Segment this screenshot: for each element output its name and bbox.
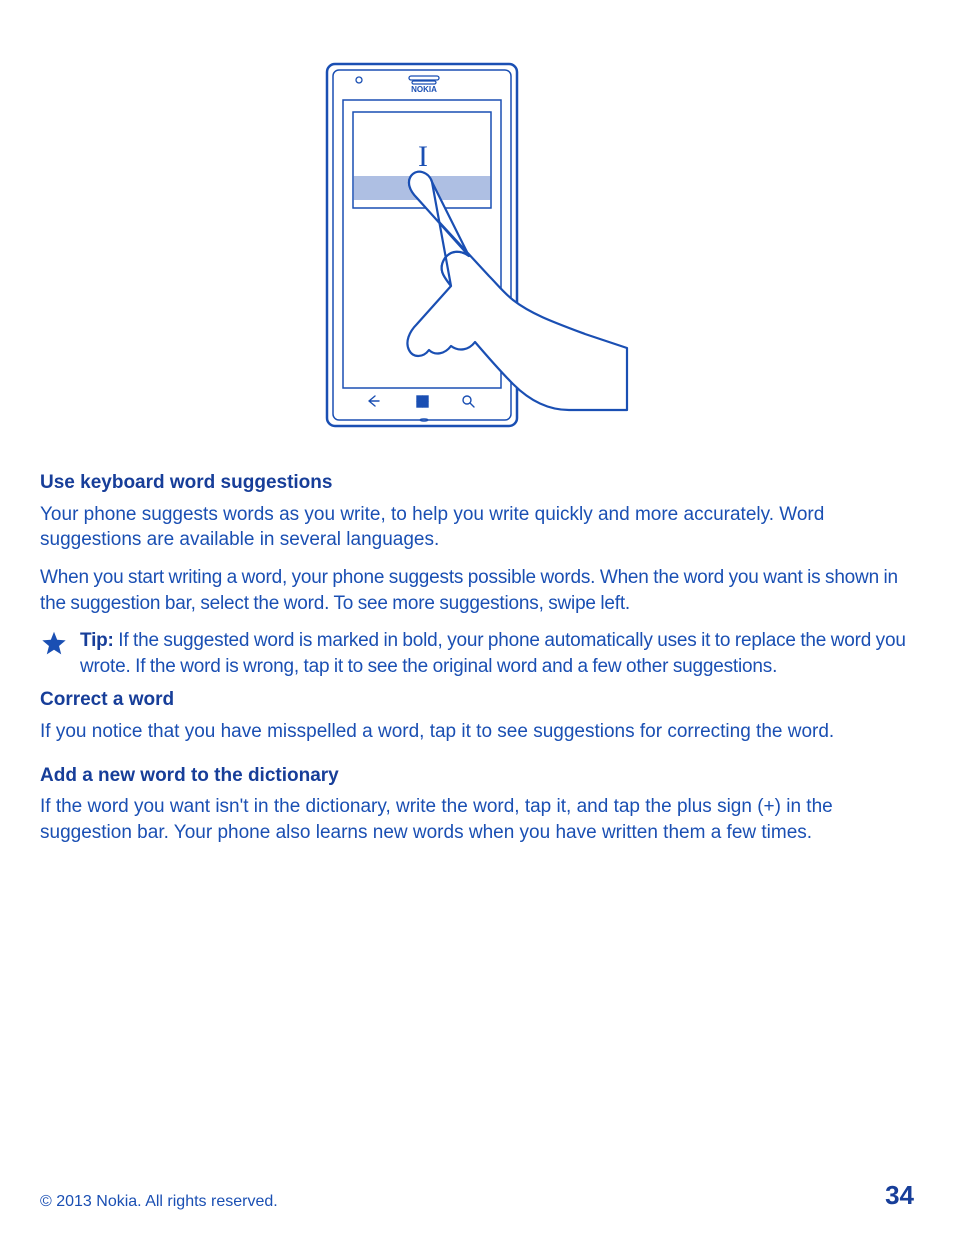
tip-text: Tip: If the suggested word is marked in …: [80, 628, 914, 679]
page-footer: © 2013 Nokia. All rights reserved. 34: [40, 1178, 914, 1213]
tip-label: Tip:: [80, 630, 114, 651]
heading-use-keyboard: Use keyboard word suggestions: [40, 470, 914, 496]
copyright-text: © 2013 Nokia. All rights reserved.: [40, 1191, 278, 1213]
tip-body: If the suggested word is marked in bold,…: [80, 630, 906, 677]
star-icon: [40, 630, 68, 666]
para-correct: If you notice that you have misspelled a…: [40, 719, 914, 745]
para-add-word: If the word you want isn't in the dictio…: [40, 794, 914, 845]
phone-illustration: NOKIA I: [40, 60, 914, 430]
tip-block: Tip: If the suggested word is marked in …: [40, 628, 914, 679]
typed-char: I: [418, 140, 428, 173]
para-swipe: When you start writing a word, your phon…: [40, 565, 914, 616]
heading-add-word: Add a new word to the dictionary: [40, 763, 914, 789]
page-number: 34: [885, 1178, 914, 1213]
phone-svg: NOKIA I: [317, 60, 637, 430]
windows-icon: [417, 396, 422, 401]
heading-correct-word: Correct a word: [40, 687, 914, 713]
para-intro: Your phone suggests words as you write, …: [40, 502, 914, 553]
brand-label: NOKIA: [411, 85, 437, 94]
